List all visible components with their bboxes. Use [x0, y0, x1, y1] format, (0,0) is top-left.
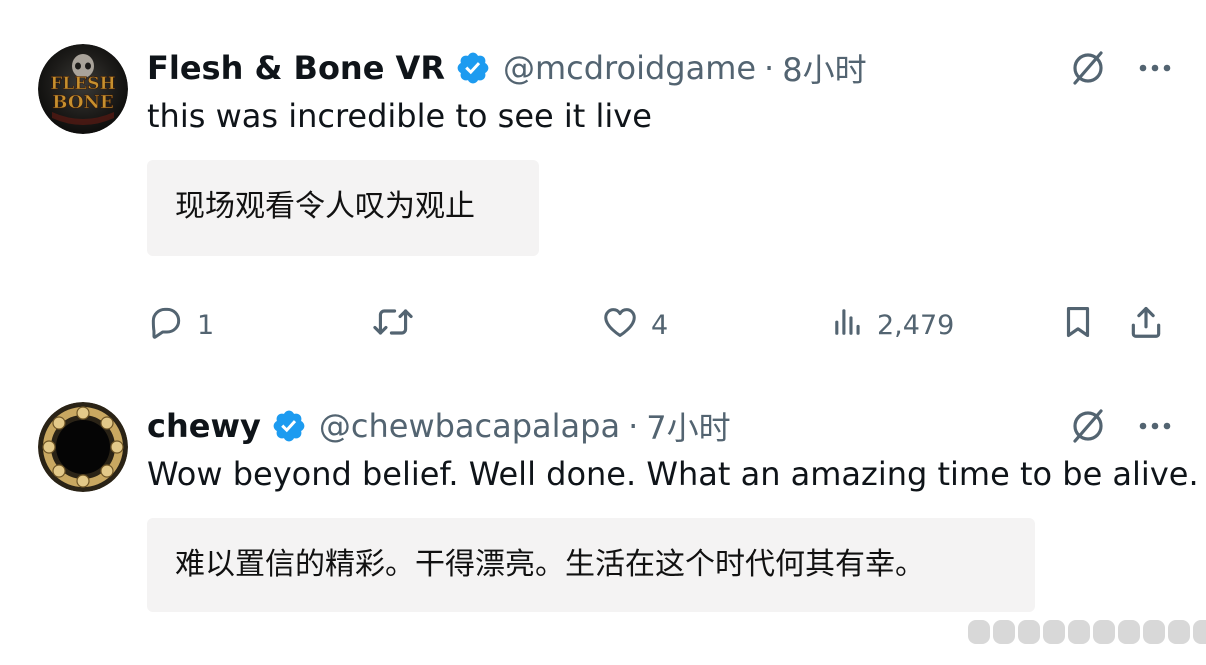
flesh-bone-logo-avatar: FLESH BONE [38, 44, 128, 134]
grok-icon[interactable] [1068, 406, 1108, 446]
post[interactable]: FLESH BONE Flesh & Bone VR @mcdroidgame … [0, 0, 1206, 360]
post-header: chewy @chewbacapalapa · 7小时 [147, 404, 731, 448]
action-bar: 1 4 2,479 [147, 300, 1167, 350]
separator-dot: · [764, 49, 775, 87]
like-count: 4 [651, 309, 669, 341]
share-icon [1127, 303, 1165, 348]
reply-icon [147, 303, 185, 348]
tweet-text: Wow beyond belief. Well done. What an am… [147, 455, 1199, 493]
post-top-actions [1068, 48, 1172, 88]
watermark-strip [968, 620, 1206, 644]
display-name[interactable]: chewy [147, 407, 261, 445]
ring-emblem-avatar [38, 402, 128, 492]
grok-icon[interactable] [1068, 48, 1108, 88]
views-button[interactable]: 2,479 [831, 300, 954, 350]
avatar-logo-text-2: BONE [52, 92, 113, 113]
post-top-actions [1068, 406, 1172, 446]
bookmark-icon [1059, 303, 1097, 348]
translation-box: 现场观看令人叹为观止 [147, 160, 539, 256]
like-button[interactable]: 4 [601, 300, 668, 350]
post-header: Flesh & Bone VR @mcdroidgame · 8小时 [147, 46, 867, 90]
user-handle[interactable]: @mcdroidgame [503, 49, 756, 87]
repost-icon [371, 303, 415, 348]
translation-box: 难以置信的精彩。干得漂亮。生活在这个时代何其有幸。 [147, 518, 1035, 612]
separator-dot: · [628, 407, 639, 445]
verified-badge-icon [455, 50, 491, 86]
reply-button[interactable]: 1 [147, 300, 214, 350]
bookmark-button[interactable] [1059, 300, 1097, 350]
like-icon [601, 303, 639, 348]
tweet-text: this was incredible to see it live [147, 97, 652, 135]
timestamp[interactable]: 7小时 [646, 403, 730, 449]
reply-count: 1 [197, 309, 215, 341]
avatar-logo-text-1: FLESH [50, 74, 115, 94]
avatar[interactable] [38, 402, 128, 492]
avatar[interactable]: FLESH BONE [38, 44, 128, 134]
timestamp[interactable]: 8小时 [782, 45, 866, 91]
share-button[interactable] [1127, 300, 1165, 350]
display-name[interactable]: Flesh & Bone VR [147, 49, 445, 87]
more-icon[interactable] [1138, 421, 1172, 431]
repost-button[interactable] [371, 300, 415, 350]
verified-badge-icon [271, 408, 307, 444]
more-icon[interactable] [1138, 63, 1172, 73]
views-count: 2,479 [877, 309, 955, 341]
user-handle[interactable]: @chewbacapalapa [319, 407, 620, 445]
views-icon [831, 305, 865, 346]
